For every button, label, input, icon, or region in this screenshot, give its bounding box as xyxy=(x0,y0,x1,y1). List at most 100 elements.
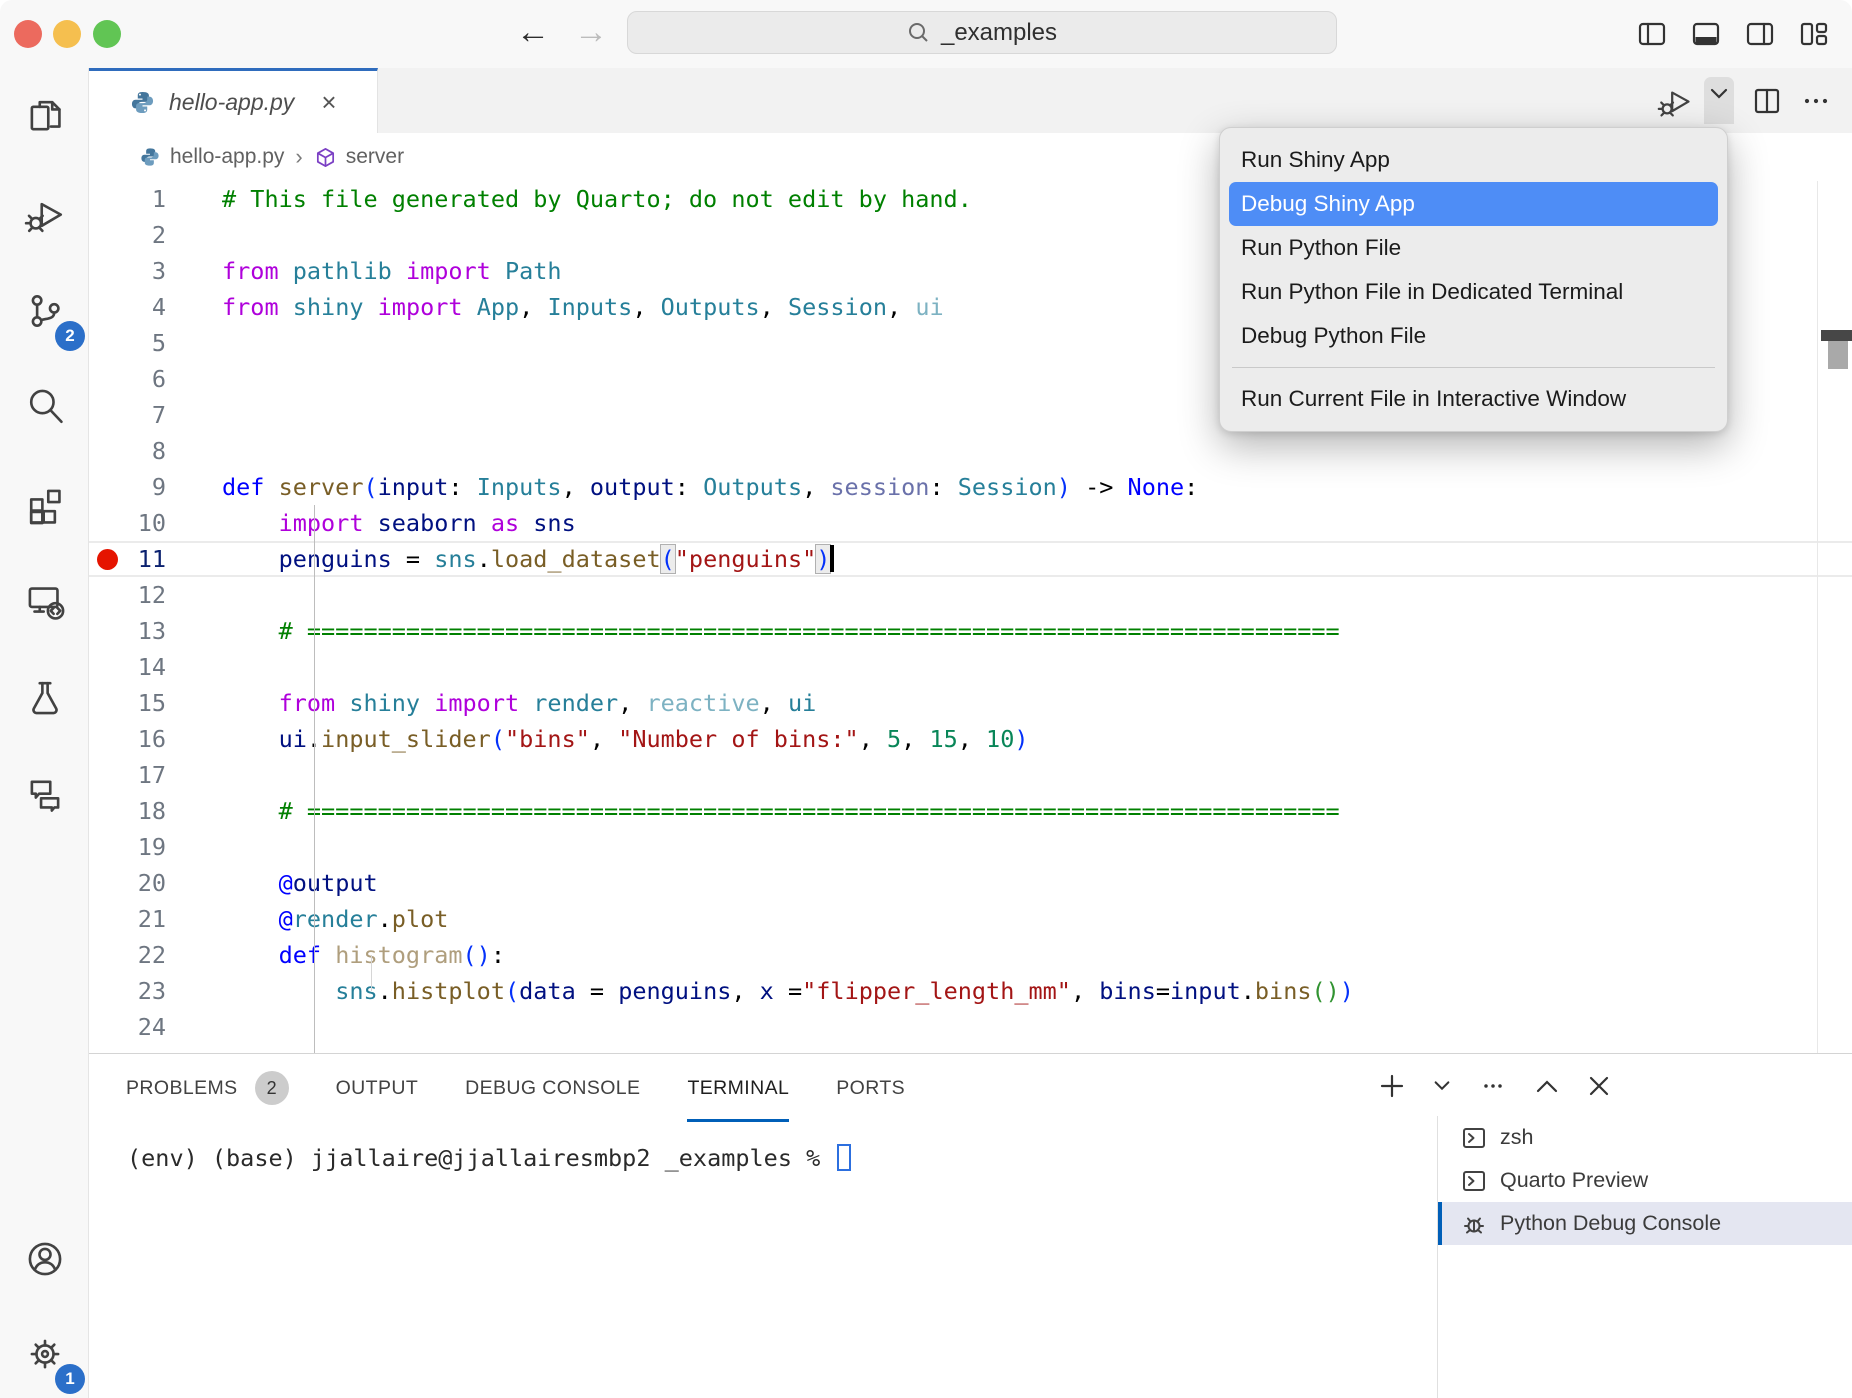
layout-sidebar-right-icon[interactable] xyxy=(1744,18,1776,50)
terminal-profile-chevron-icon[interactable] xyxy=(1432,1079,1452,1093)
line-number[interactable]: 24 xyxy=(89,1009,222,1045)
line-number[interactable]: 11 xyxy=(89,541,222,577)
maximize-panel-chevron-up-icon[interactable] xyxy=(1534,1077,1560,1095)
close-tab-icon[interactable]: × xyxy=(321,89,336,115)
code-line[interactable]: 19 xyxy=(89,829,1852,865)
source-control-icon[interactable]: 2 xyxy=(24,290,66,332)
minimize-window-button[interactable] xyxy=(53,20,81,48)
line-number[interactable]: 22 xyxy=(89,937,222,973)
code-line[interactable]: 14 xyxy=(89,649,1852,685)
code-line[interactable]: 24 xyxy=(89,1009,1852,1045)
account-icon[interactable] xyxy=(24,1238,66,1280)
remote-explorer-icon[interactable] xyxy=(24,580,66,622)
line-number[interactable]: 13 xyxy=(89,613,222,649)
panel-tab-label: OUTPUT xyxy=(336,1054,419,1122)
code-line[interactable]: 8 xyxy=(89,433,1852,469)
terminal-instance-zsh[interactable]: zsh xyxy=(1438,1116,1852,1159)
code-line[interactable]: 11 penguins = sns.load_dataset("penguins… xyxy=(89,541,1852,577)
panel-tab-debug-console[interactable]: DEBUG CONSOLE xyxy=(465,1054,640,1122)
line-number[interactable]: 8 xyxy=(89,433,222,469)
line-number[interactable]: 23 xyxy=(89,973,222,1009)
close-panel-icon[interactable] xyxy=(1586,1073,1612,1099)
line-number[interactable]: 21 xyxy=(89,901,222,937)
menu-item-debug-python-file[interactable]: Debug Python File xyxy=(1229,314,1718,358)
code-line[interactable]: 18 # ===================================… xyxy=(89,793,1852,829)
line-number[interactable]: 6 xyxy=(89,361,222,397)
terminal-instance-quarto-preview[interactable]: Quarto Preview xyxy=(1438,1159,1852,1202)
code-text: from shiny import render, reactive, ui xyxy=(222,685,1852,721)
panel-tab-problems[interactable]: PROBLEMS2 xyxy=(126,1054,289,1122)
python-icon xyxy=(129,89,156,116)
panel-tab-terminal[interactable]: TERMINAL xyxy=(687,1054,789,1122)
settings-gear-icon[interactable]: 1 xyxy=(24,1333,66,1375)
line-number[interactable]: 16 xyxy=(89,721,222,757)
layout-sidebar-left-icon[interactable] xyxy=(1636,18,1668,50)
tab-hello-app[interactable]: hello-app.py × xyxy=(89,68,378,133)
menu-item-debug-shiny-app[interactable]: Debug Shiny App xyxy=(1229,182,1718,226)
more-actions-icon[interactable] xyxy=(1800,85,1832,117)
breakpoint-icon[interactable] xyxy=(97,549,118,570)
code-line[interactable]: 9def server(input: Inputs, output: Outpu… xyxy=(89,469,1852,505)
command-center-search[interactable]: _examples xyxy=(627,11,1337,54)
code-line[interactable]: 10 import seaborn as sns xyxy=(89,505,1852,541)
close-window-button[interactable] xyxy=(14,20,42,48)
menu-item-run-python-file-in-dedicated-terminal[interactable]: Run Python File in Dedicated Terminal xyxy=(1229,270,1718,314)
line-number[interactable]: 20 xyxy=(89,865,222,901)
new-terminal-plus-icon[interactable] xyxy=(1378,1072,1406,1100)
comments-icon[interactable] xyxy=(24,772,66,814)
search-sidebar-icon[interactable] xyxy=(24,385,66,427)
panel-tab-label: PROBLEMS xyxy=(126,1054,238,1122)
menu-item-run-current-file-in-interactive-window[interactable]: Run Current File in Interactive Window xyxy=(1229,377,1718,421)
layout-customize-icon[interactable] xyxy=(1798,18,1830,50)
line-number[interactable]: 9 xyxy=(89,469,222,505)
code-line[interactable]: 15 from shiny import render, reactive, u… xyxy=(89,685,1852,721)
code-line[interactable]: 20 @output xyxy=(89,865,1852,901)
debug-run-icon[interactable] xyxy=(1657,83,1693,119)
extensions-icon[interactable] xyxy=(24,483,66,525)
line-number[interactable]: 12 xyxy=(89,577,222,613)
run-and-debug-icon[interactable] xyxy=(24,193,66,235)
panel-tab-output[interactable]: OUTPUT xyxy=(336,1054,419,1122)
line-number[interactable]: 5 xyxy=(89,325,222,361)
line-number[interactable]: 1 xyxy=(89,181,222,217)
zoom-window-button[interactable] xyxy=(93,20,121,48)
code-line[interactable]: 22 def histogram(): xyxy=(89,937,1852,973)
run-options-chevron-button[interactable] xyxy=(1704,77,1734,124)
layout-panel-icon[interactable] xyxy=(1690,18,1722,50)
terminal-output[interactable]: (env) (base) jjallaire@jjallairesmbp2 _e… xyxy=(127,1144,851,1172)
line-number[interactable]: 15 xyxy=(89,685,222,721)
chevron-down-icon xyxy=(1708,87,1730,101)
terminal-instance-python-debug-console[interactable]: Python Debug Console xyxy=(1438,1202,1852,1245)
line-number[interactable]: 18 xyxy=(89,793,222,829)
breadcrumb-symbol[interactable]: server xyxy=(346,145,404,169)
line-number[interactable]: 4 xyxy=(89,289,222,325)
menu-separator xyxy=(1232,367,1715,368)
line-number[interactable]: 19 xyxy=(89,829,222,865)
line-number[interactable]: 10 xyxy=(89,505,222,541)
code-line[interactable]: 16 ui.input_slider("bins", "Number of bi… xyxy=(89,721,1852,757)
code-line[interactable]: 17 xyxy=(89,757,1852,793)
code-line[interactable]: 21 @render.plot xyxy=(89,901,1852,937)
panel-more-actions-icon[interactable] xyxy=(1478,1072,1508,1100)
terminal-icon xyxy=(1461,1168,1487,1194)
overview-ruler[interactable] xyxy=(1817,181,1852,1053)
split-editor-icon[interactable] xyxy=(1751,85,1783,117)
menu-item-run-python-file[interactable]: Run Python File xyxy=(1229,226,1718,270)
code-line[interactable]: 13 # ===================================… xyxy=(89,613,1852,649)
scrollbar-thumb[interactable] xyxy=(1828,341,1848,369)
breadcrumb-file[interactable]: hello-app.py xyxy=(170,145,284,169)
code-line[interactable]: 23 sns.histplot(data = penguins, x ="fli… xyxy=(89,973,1852,1009)
testing-icon[interactable] xyxy=(24,676,66,718)
menu-item-run-shiny-app[interactable]: Run Shiny App xyxy=(1229,138,1718,182)
panel-tab-ports[interactable]: PORTS xyxy=(836,1054,905,1122)
explorer-icon[interactable] xyxy=(24,95,66,137)
bottom-panel: PROBLEMS2 OUTPUT DEBUG CONSOLE TERMINAL PORT… xyxy=(89,1053,1852,1398)
line-number[interactable]: 3 xyxy=(89,253,222,289)
code-line[interactable]: 12 xyxy=(89,577,1852,613)
forward-button[interactable]: → xyxy=(574,12,608,52)
line-number[interactable]: 17 xyxy=(89,757,222,793)
line-number[interactable]: 7 xyxy=(89,397,222,433)
line-number[interactable]: 2 xyxy=(89,217,222,253)
back-button[interactable]: ← xyxy=(516,12,550,52)
line-number[interactable]: 14 xyxy=(89,649,222,685)
